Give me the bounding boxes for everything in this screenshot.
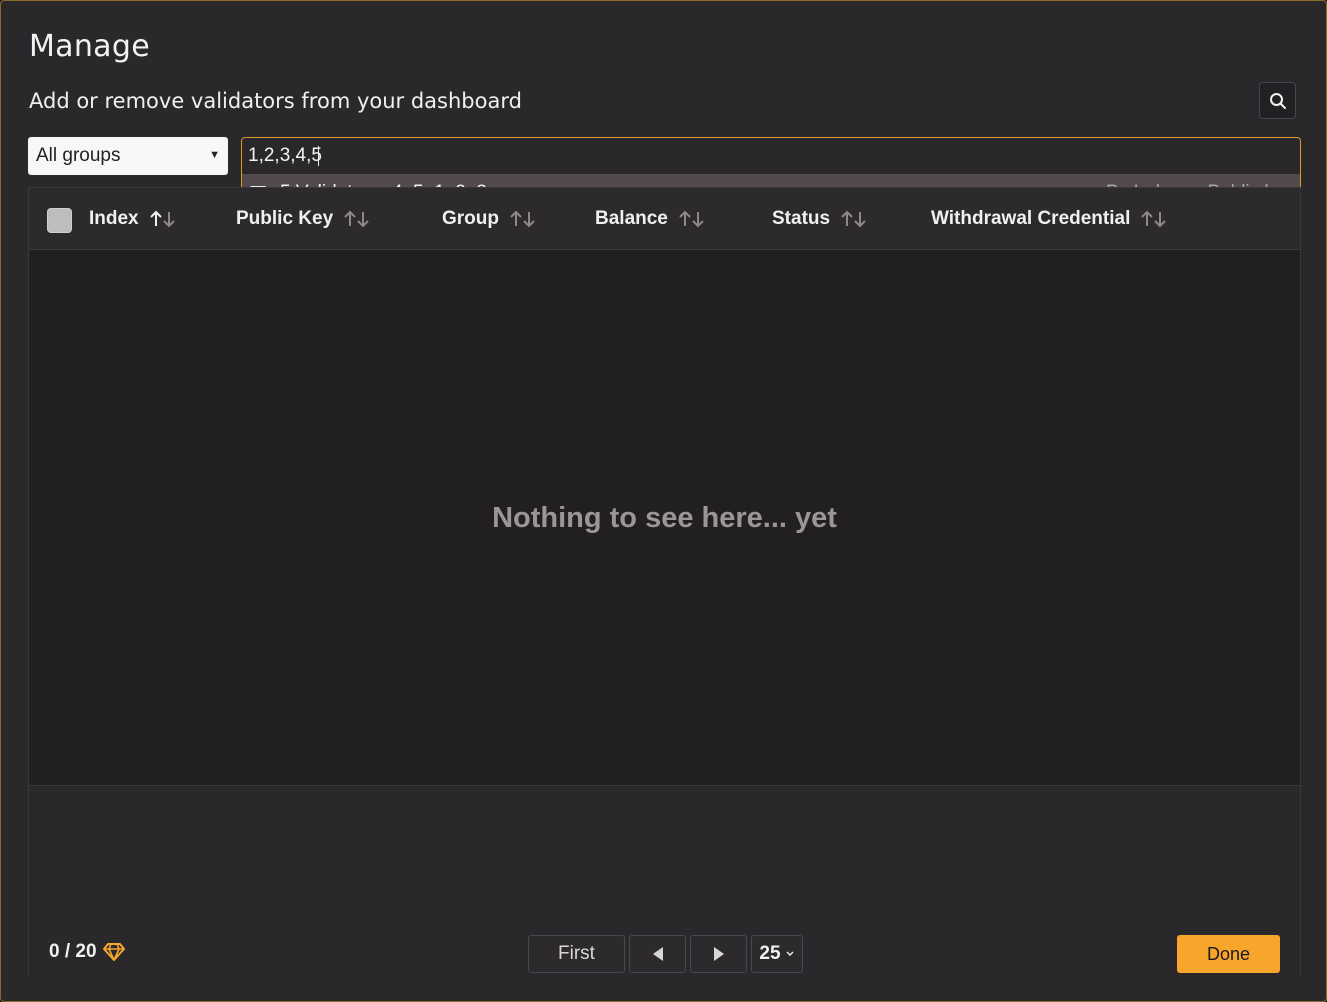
next-page-button[interactable] (690, 935, 747, 973)
empty-state-message: Nothing to see here... yet (492, 501, 837, 534)
sort-icon (678, 209, 706, 229)
validators-table: Index Public Key Group Balance Status Wi… (28, 187, 1301, 975)
page-size-value: 25 (759, 943, 781, 964)
column-label: Group (442, 208, 499, 229)
first-page-button[interactable]: First (528, 935, 625, 973)
column-index[interactable]: Index (89, 208, 177, 230)
dialog-title: Manage (29, 29, 150, 64)
prev-page-button[interactable] (629, 935, 686, 973)
triangle-right-icon (713, 947, 724, 961)
column-label: Index (89, 208, 139, 229)
dropdown-caret-icon: ▼ (209, 149, 220, 161)
sort-icon (149, 209, 177, 229)
group-select[interactable]: All groups ▼ (28, 137, 228, 175)
validator-search-input[interactable] (242, 138, 1300, 174)
dialog-subtitle: Add or remove validators from your dashb… (29, 89, 522, 113)
sort-icon (840, 209, 868, 229)
validator-counter: 0 / 20 (49, 941, 125, 963)
diamond-icon (102, 942, 125, 962)
table-header: Index Public Key Group Balance Status Wi… (29, 188, 1300, 250)
counter-text: 0 / 20 (49, 941, 97, 962)
triangle-left-icon (652, 947, 663, 961)
select-all-checkbox[interactable] (47, 208, 72, 233)
group-select-value: All groups (36, 145, 121, 166)
sort-icon (343, 209, 371, 229)
text-cursor (318, 146, 319, 166)
column-withdrawal-credential[interactable]: Withdrawal Credential (931, 208, 1168, 230)
sort-icon (509, 209, 537, 229)
table-footer: 0 / 20 First 25 Done (29, 785, 1300, 975)
column-label: Status (772, 208, 831, 229)
column-group[interactable]: Group (442, 208, 537, 230)
column-public-key[interactable]: Public Key (236, 208, 371, 230)
sort-icon (1140, 209, 1168, 229)
search-icon (1269, 92, 1286, 109)
column-balance[interactable]: Balance (595, 208, 706, 230)
column-label: Balance (595, 208, 668, 229)
column-label: Withdrawal Credential (931, 208, 1131, 229)
column-label: Public Key (236, 208, 334, 229)
search-button[interactable] (1259, 82, 1296, 119)
chevron-down-icon (786, 951, 794, 956)
column-status[interactable]: Status (772, 208, 868, 230)
page-size-select[interactable]: 25 (751, 935, 803, 973)
done-button[interactable]: Done (1177, 935, 1280, 973)
manage-dialog: Manage Add or remove validators from you… (0, 0, 1327, 1002)
